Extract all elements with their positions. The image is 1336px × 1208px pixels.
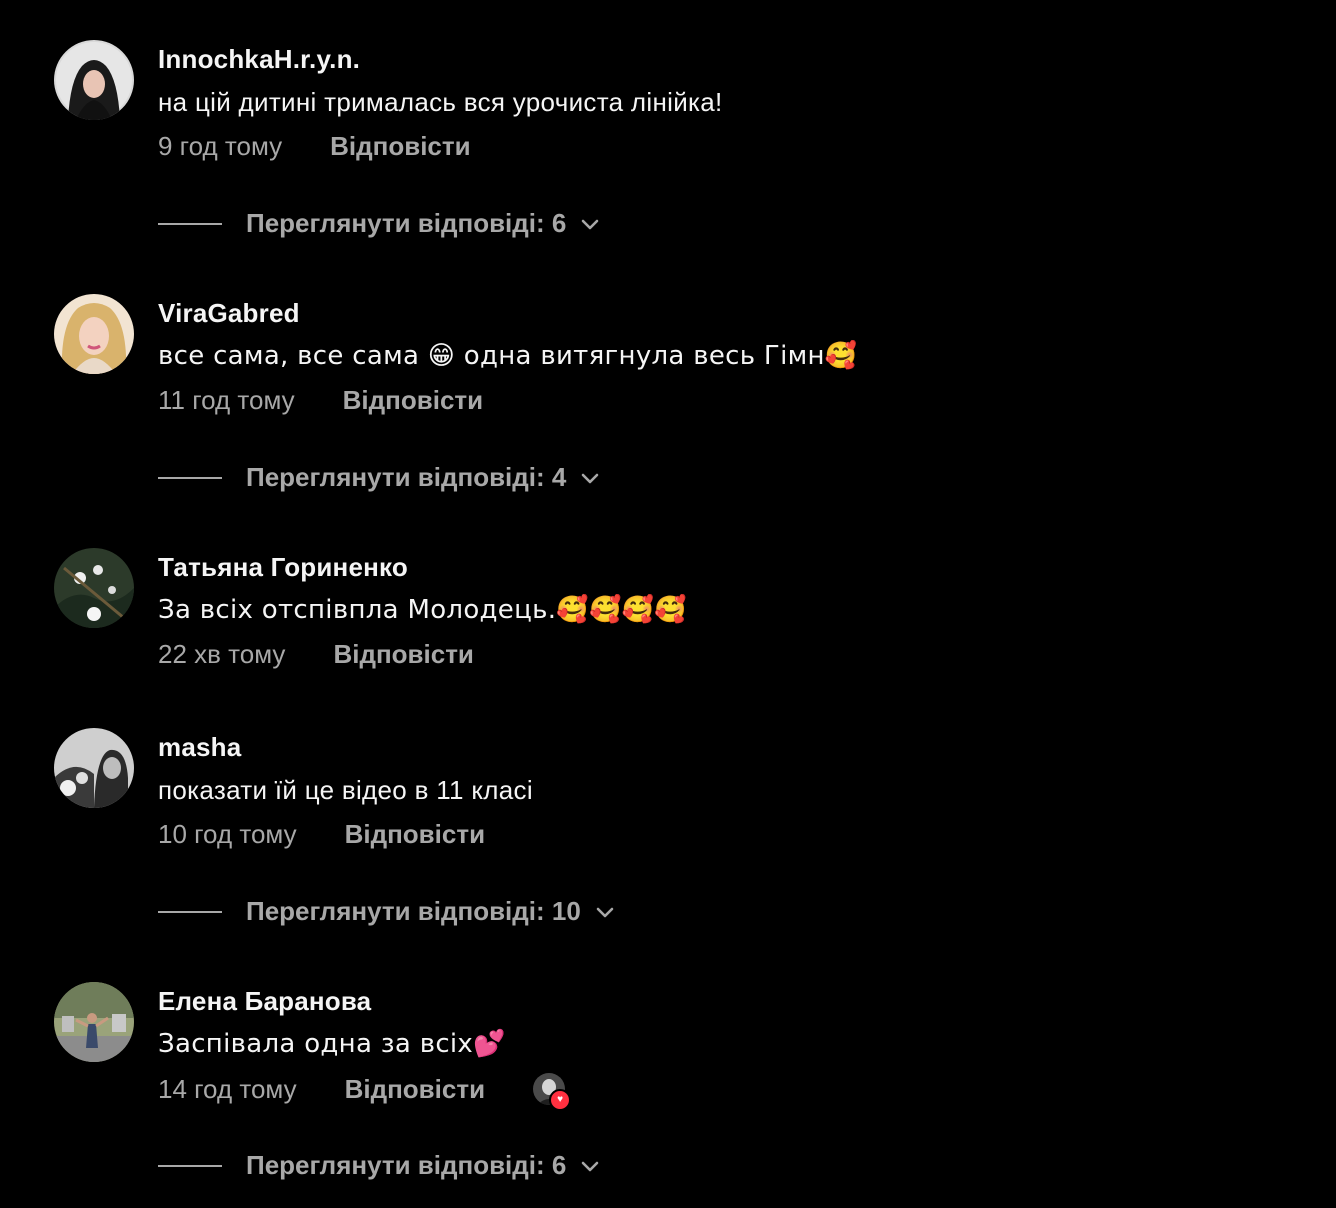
reply-button[interactable]: Відповісти xyxy=(333,639,473,670)
comment-meta: 10 год тому Відповісти xyxy=(158,819,485,850)
avatar[interactable] xyxy=(54,728,134,808)
avatar[interactable] xyxy=(54,40,134,120)
chevron-down-icon xyxy=(582,473,599,483)
comment-time: 9 год тому xyxy=(158,131,283,161)
comment-username[interactable]: ViraGabred xyxy=(158,298,300,329)
comment-text: За всіх отспівпла Молодець.🥰🥰🥰🥰 xyxy=(158,595,687,625)
chevron-down-icon xyxy=(582,219,599,229)
view-replies-label: Переглянути відповіді: 4 xyxy=(246,462,567,492)
comment-meta: 9 год тому Відповісти xyxy=(158,131,471,162)
comment-text: все сама, все сама 😁 одна витягнула весь… xyxy=(158,341,858,371)
comment-username[interactable]: Елена Баранова xyxy=(158,986,371,1017)
avatar[interactable] xyxy=(54,548,134,628)
reply-button[interactable]: Відповісти xyxy=(345,1074,485,1105)
divider-line xyxy=(158,1164,222,1167)
comment-username[interactable]: Татьяна Гориненко xyxy=(158,552,408,583)
heart-icon: ♥ xyxy=(549,1089,572,1111)
avatar-image xyxy=(54,40,134,120)
comment-username[interactable]: InnochkaH.r.y.n. xyxy=(158,44,360,75)
comment-meta: 14 год тому Відповісти ♥ xyxy=(158,1073,572,1111)
avatar[interactable] xyxy=(54,982,134,1062)
comment-text: на цій дитині трималась вся урочиста лін… xyxy=(158,87,723,117)
comment-time: 10 год тому xyxy=(158,819,297,849)
comment-meta: 22 хв тому Відповісти xyxy=(158,639,474,670)
view-replies-button[interactable]: Переглянути відповіді: 6 xyxy=(158,208,600,239)
avatar-image xyxy=(54,982,134,1062)
view-replies-label: Переглянути відповіді: 10 xyxy=(246,896,581,926)
view-replies-button[interactable]: Переглянути відповіді: 6 xyxy=(158,1150,600,1181)
chevron-down-icon xyxy=(582,1161,599,1171)
divider-line xyxy=(158,476,222,479)
view-replies-label: Переглянути відповіді: 6 xyxy=(246,208,567,238)
reply-button[interactable]: Відповісти xyxy=(330,131,470,162)
comment-username[interactable]: masha xyxy=(158,732,241,763)
view-replies-button[interactable]: Переглянути відповіді: 4 xyxy=(158,462,600,493)
avatar-image xyxy=(54,728,134,808)
comment-meta: 11 год тому Відповісти xyxy=(158,385,483,416)
liked-by-author-indicator: ♥ xyxy=(533,1073,572,1111)
divider-line xyxy=(158,222,222,225)
comment-time: 14 год тому xyxy=(158,1073,297,1104)
avatar-image xyxy=(54,294,134,374)
divider-line xyxy=(158,910,222,913)
view-replies-button[interactable]: Переглянути відповіді: 10 xyxy=(158,896,615,927)
avatar-image xyxy=(54,548,134,628)
avatar[interactable] xyxy=(54,294,134,374)
chevron-down-icon xyxy=(596,907,614,917)
comment-text: показати їй це відео в 11 класі xyxy=(158,775,533,805)
comment-time: 11 год тому xyxy=(158,385,295,415)
reply-button[interactable]: Відповісти xyxy=(343,385,483,416)
comment-time: 22 хв тому xyxy=(158,639,286,669)
view-replies-label: Переглянути відповіді: 6 xyxy=(246,1150,567,1180)
reply-button[interactable]: Відповісти xyxy=(345,819,485,850)
comment-text: Заспівала одна за всіх💕 xyxy=(158,1029,506,1059)
